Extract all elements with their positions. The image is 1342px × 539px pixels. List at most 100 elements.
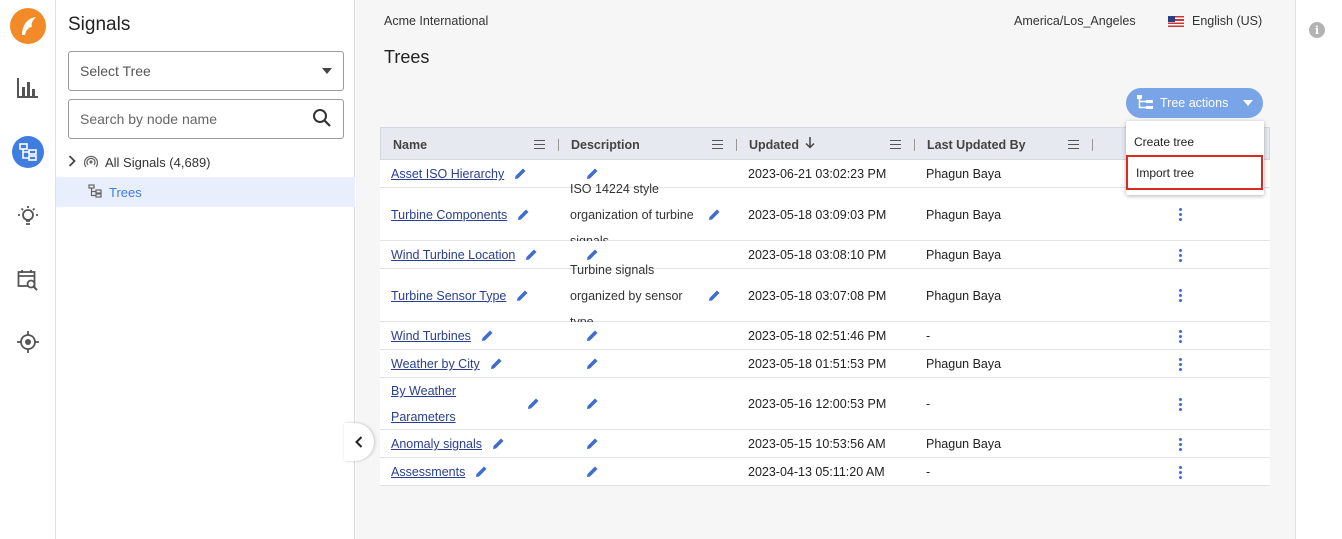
description-cell: ISO 14224 style organization of turbine … — [570, 182, 722, 248]
edit-name-icon[interactable] — [492, 437, 506, 451]
tree-name-link[interactable]: Asset ISO Hierarchy — [391, 161, 504, 187]
row-actions-menu[interactable] — [1179, 378, 1183, 430]
search-input[interactable]: Search by node name — [68, 99, 344, 139]
column-divider[interactable] — [914, 139, 915, 151]
lightbulb-icon[interactable] — [12, 200, 44, 232]
tree-node-label: All Signals (4,689) — [105, 154, 211, 170]
name-cell: Assessments — [391, 458, 489, 486]
menu-item-import-tree[interactable]: Import tree — [1126, 155, 1263, 190]
table-row[interactable]: Turbine Sensor Type Turbine signals organ… — [380, 263, 1270, 329]
edit-name-icon[interactable] — [475, 465, 489, 479]
edit-name-icon[interactable] — [490, 357, 504, 371]
select-tree-dropdown[interactable]: Select Tree — [68, 51, 344, 91]
row-actions-menu[interactable] — [1179, 458, 1183, 486]
kebab-menu-icon[interactable] — [1179, 465, 1183, 479]
search-icon[interactable] — [312, 108, 332, 131]
tree-node-all-signals[interactable]: All Signals (4,689) — [56, 147, 355, 177]
chart-icon[interactable] — [12, 72, 44, 104]
chevron-down-icon — [322, 68, 332, 74]
edit-description-icon[interactable] — [586, 397, 600, 411]
last-updated-by-cell: Phagun Baya — [926, 288, 1002, 303]
last-updated-by-cell: - — [926, 465, 931, 479]
kebab-menu-icon[interactable] — [1179, 437, 1183, 451]
edit-name-icon[interactable] — [525, 248, 539, 262]
table-row[interactable]: Wind Turbine Location 2023-05-18 03:08:10… — [380, 241, 1270, 269]
tree-name-link[interactable]: Anomaly signals — [391, 431, 482, 457]
column-header-description[interactable]: Description — [571, 128, 640, 161]
kebab-menu-icon[interactable] — [1179, 208, 1183, 221]
updated-cell: 2023-05-18 03:09:03 PM — [748, 207, 887, 222]
tree-actions-button[interactable]: Tree actions — [1126, 88, 1263, 118]
column-divider[interactable] — [1092, 139, 1093, 151]
tree-name-link[interactable]: Weather by City — [391, 351, 480, 377]
edit-name-icon[interactable] — [481, 329, 495, 343]
table-row[interactable]: Wind Turbines 2023-05-18 02:51:46 PM - — [380, 322, 1270, 350]
edit-name-icon[interactable] — [516, 289, 530, 303]
column-header-updated-label: Updated — [749, 137, 799, 152]
column-divider[interactable] — [736, 139, 737, 151]
column-menu-icon[interactable] — [1068, 140, 1079, 149]
tree-name-link[interactable]: Turbine Components — [391, 202, 507, 228]
tree-name-link[interactable]: By Weather Parameters — [391, 378, 517, 430]
kebab-menu-icon[interactable] — [1179, 248, 1183, 262]
row-actions-menu[interactable] — [1179, 241, 1183, 269]
edit-description-icon[interactable] — [586, 437, 600, 451]
chevron-right-icon[interactable] — [68, 154, 76, 170]
updated-cell: 2023-05-18 03:07:08 PM — [748, 288, 887, 303]
row-actions-menu[interactable] — [1179, 188, 1183, 241]
description-cell: Turbine signals organized by sensor type — [570, 263, 722, 329]
timezone-selector[interactable]: America/Los_Angeles — [1014, 14, 1136, 28]
tree-name-link[interactable]: Assessments — [391, 459, 465, 485]
last-updated-by-cell: Phagun Baya — [926, 437, 1002, 451]
row-actions-menu[interactable] — [1179, 430, 1183, 458]
edit-description-icon[interactable] — [708, 289, 722, 303]
logo-icon[interactable] — [10, 8, 46, 44]
tree-icon[interactable] — [12, 136, 44, 168]
tree-name-link[interactable]: Wind Turbine Location — [391, 242, 515, 268]
tree-node-label: Trees — [109, 184, 142, 200]
edit-name-icon[interactable] — [527, 397, 541, 411]
column-menu-icon[interactable] — [712, 140, 723, 149]
select-tree-placeholder: Select Tree — [80, 63, 151, 79]
column-divider[interactable] — [558, 139, 559, 151]
table-row[interactable]: Weather by City 2023-05-18 01:51:53 PM Pha… — [380, 350, 1270, 378]
column-header-updated[interactable]: Updated — [749, 128, 815, 161]
table-row[interactable]: Anomaly signals 2023-05-15 10:53:56 AM Pha… — [380, 430, 1270, 458]
edit-description-icon[interactable] — [708, 208, 722, 222]
tree-node-trees[interactable]: Trees — [56, 177, 355, 207]
name-cell: Turbine Sensor Type — [391, 269, 530, 322]
column-header-last-updated-by[interactable]: Last Updated By — [927, 128, 1026, 161]
search-calendar-icon[interactable] — [12, 264, 44, 296]
tree-name-link[interactable]: Turbine Sensor Type — [391, 283, 506, 309]
kebab-menu-icon[interactable] — [1179, 329, 1183, 343]
target-icon[interactable] — [12, 326, 44, 358]
table-row[interactable]: Assessments 2023-04-13 05:11:20 AM - — [380, 458, 1270, 486]
column-menu-icon[interactable] — [890, 140, 901, 149]
column-header-name[interactable]: Name — [393, 128, 427, 161]
edit-description-icon[interactable] — [586, 465, 600, 479]
sort-desc-icon[interactable] — [805, 137, 815, 152]
menu-item-create-tree[interactable]: Create tree — [1126, 127, 1264, 157]
name-cell: Turbine Components — [391, 188, 531, 241]
row-actions-menu[interactable] — [1179, 269, 1183, 322]
name-cell: Wind Turbines — [391, 322, 495, 350]
kebab-menu-icon[interactable] — [1179, 397, 1183, 411]
kebab-menu-icon[interactable] — [1179, 357, 1183, 371]
language-selector[interactable]: English (US) — [1168, 14, 1262, 28]
row-actions-menu[interactable] — [1179, 322, 1183, 350]
last-updated-by-cell: Phagun Baya — [926, 167, 1002, 181]
description-cell — [570, 458, 600, 486]
edit-name-icon[interactable] — [514, 167, 528, 181]
tree-name-link[interactable]: Wind Turbines — [391, 323, 471, 349]
table-row[interactable]: Turbine Components ISO 14224 style organi… — [380, 182, 1270, 248]
column-menu-icon[interactable] — [534, 140, 545, 149]
edit-name-icon[interactable] — [517, 208, 531, 222]
row-actions-menu[interactable] — [1179, 350, 1183, 378]
edit-description-icon[interactable] — [586, 329, 600, 343]
info-icon[interactable]: i — [1309, 22, 1325, 38]
tree-actions-label: Tree actions — [1160, 96, 1229, 110]
table-row[interactable]: By Weather Parameters 2023-05-16 12:00:53… — [380, 378, 1270, 430]
kebab-menu-icon[interactable] — [1179, 289, 1183, 302]
us-flag-icon — [1168, 15, 1184, 27]
edit-description-icon[interactable] — [586, 357, 600, 371]
